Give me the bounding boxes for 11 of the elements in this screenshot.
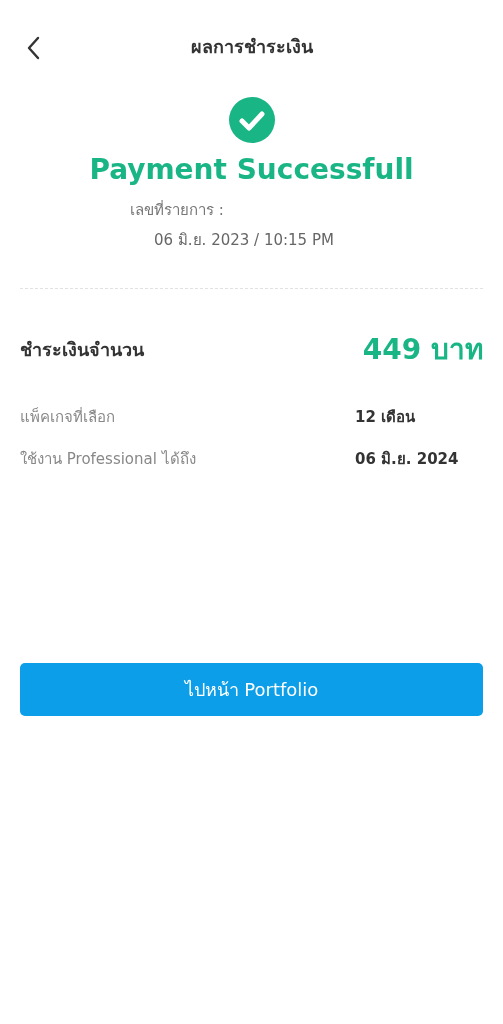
page-title: ผลการชำระเงิน (190, 34, 313, 59)
amount-value: 449 บาท (362, 332, 483, 368)
detail-label: ใช้งาน Professional ได้ถึง (20, 449, 196, 470)
transaction-datetime: 06 มิ.ย. 2023 / 10:15 PM (153, 230, 335, 251)
detail-label: แพ็คเกจที่เลือก (20, 406, 115, 428)
status-title: Payment Successfull (89, 153, 414, 186)
portfolio-button[interactable]: ไปหน้า Portfolio (20, 663, 483, 716)
detail-value: 06 มิ.ย. 2024 (355, 449, 460, 470)
detail-value: 12 เดือน (355, 407, 417, 428)
reference-label: เลขที่รายการ : (130, 199, 225, 221)
amount-label: ชำระเงินจำนวน (20, 337, 144, 362)
